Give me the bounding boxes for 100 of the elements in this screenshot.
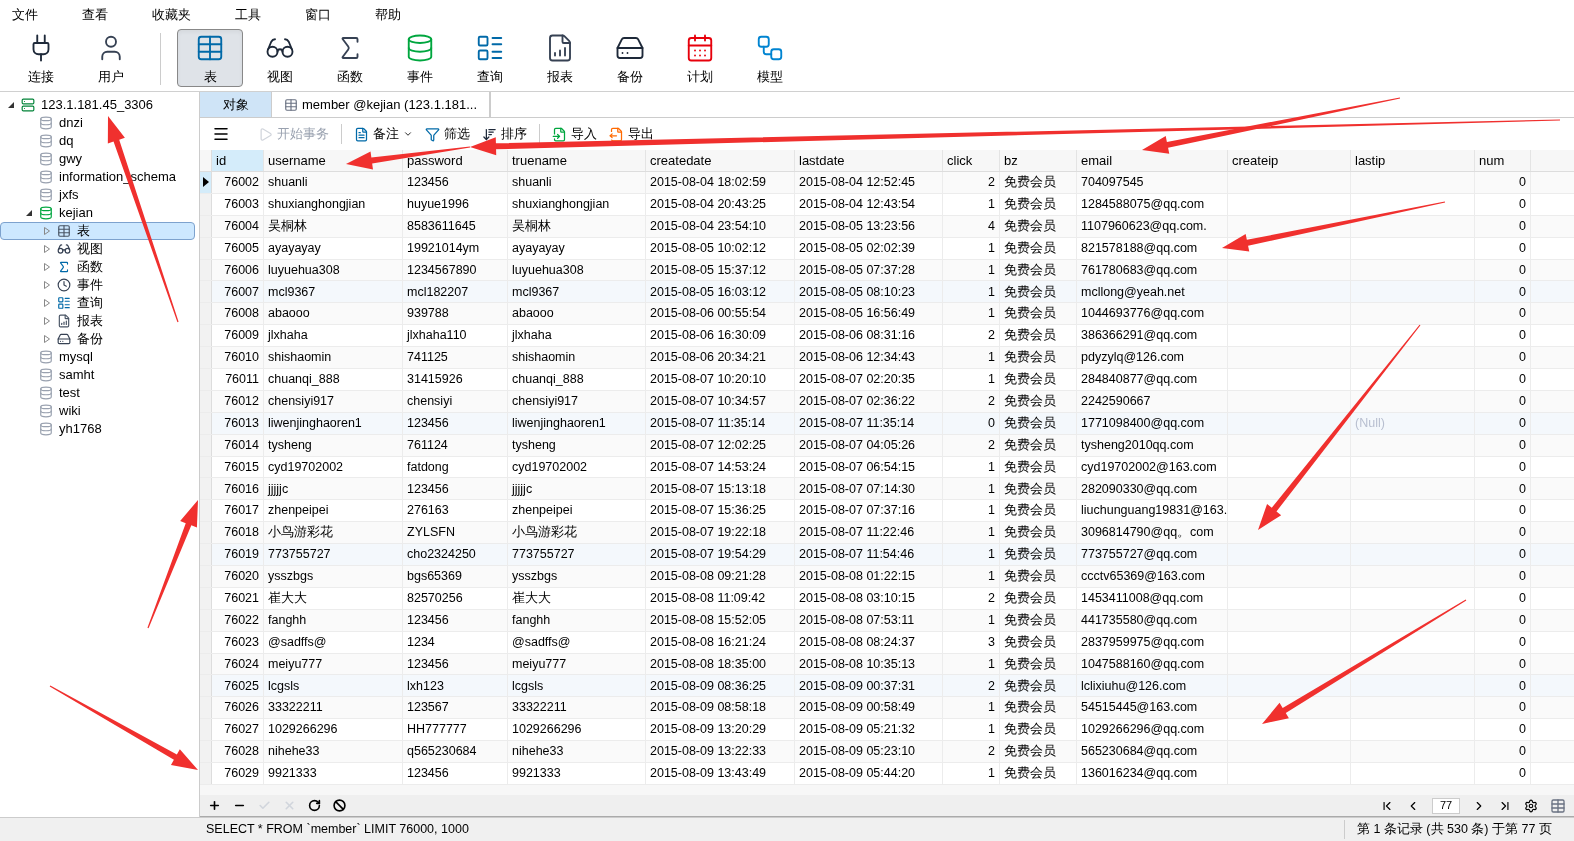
column-header[interactable]: click bbox=[943, 150, 1000, 171]
tab[interactable]: 对象 bbox=[200, 92, 272, 117]
toolbar-button[interactable]: 计划 bbox=[667, 29, 733, 87]
table-cell-text: 76019 bbox=[224, 546, 259, 564]
menu-item[interactable]: 文件 bbox=[0, 5, 50, 25]
column-header[interactable]: lastip bbox=[1351, 150, 1475, 171]
table-cell-text: 76028 bbox=[224, 743, 259, 761]
row-header[interactable] bbox=[200, 172, 212, 193]
refresh-icon[interactable] bbox=[308, 799, 321, 812]
table-cell-text: 0 bbox=[1519, 633, 1526, 651]
tree-item[interactable]: 视图 bbox=[0, 240, 195, 258]
table-cell-text: 1 bbox=[988, 765, 995, 783]
table-cell-text: 1 bbox=[988, 261, 995, 279]
table-icon[interactable] bbox=[1550, 797, 1566, 814]
toolbar-action[interactable]: 筛选 bbox=[425, 124, 470, 144]
toolbar-action[interactable]: 导出 bbox=[609, 124, 654, 144]
table-cell-text: 免费会员 bbox=[1004, 568, 1056, 586]
table-cell-text: 76016 bbox=[224, 480, 259, 498]
toolbar-action[interactable]: 排序 bbox=[482, 124, 527, 144]
menu-item[interactable]: 工具 bbox=[223, 5, 273, 25]
expand-arrow-icon[interactable] bbox=[43, 317, 51, 325]
toolbar-button[interactable]: 视图 bbox=[247, 29, 313, 87]
toolbar-button[interactable]: 模型 bbox=[737, 29, 803, 87]
table-cell-text: 123456 bbox=[407, 611, 449, 629]
menu-item[interactable]: 帮助 bbox=[363, 5, 413, 25]
column-header[interactable]: bz bbox=[1000, 150, 1077, 171]
table-cell-text: liwenjinghaoren1 bbox=[512, 414, 606, 432]
tree-item[interactable]: samht bbox=[0, 366, 195, 384]
stop-icon[interactable] bbox=[333, 799, 346, 812]
settings-icon[interactable] bbox=[1524, 798, 1538, 813]
add-icon[interactable] bbox=[208, 799, 221, 812]
expand-arrow-icon[interactable] bbox=[43, 227, 51, 235]
tree-item[interactable]: 查询 bbox=[0, 294, 195, 312]
expand-arrow-icon[interactable] bbox=[43, 245, 51, 253]
table-cell-text: lclixiuhu@126.com bbox=[1081, 677, 1187, 695]
tree-item[interactable]: 表 bbox=[0, 222, 195, 240]
menu-item[interactable]: 收藏夹 bbox=[140, 5, 203, 25]
table-cell-text: 76002 bbox=[224, 174, 259, 192]
toolbar-button[interactable]: 连接 bbox=[8, 29, 74, 87]
server-icon bbox=[21, 98, 35, 112]
tree-item[interactable]: dq bbox=[0, 132, 195, 150]
tree-item[interactable]: 备份 bbox=[0, 330, 195, 348]
tree-item[interactable]: 事件 bbox=[0, 276, 195, 294]
table-cell-text: 54515445@163.com bbox=[1081, 699, 1198, 717]
page-field[interactable]: 77 bbox=[1432, 797, 1460, 814]
column-header[interactable]: lastdate bbox=[795, 150, 943, 171]
expand-arrow-icon[interactable] bbox=[43, 299, 51, 307]
table-cell-text: chuanqi_888 bbox=[512, 371, 584, 389]
tree-item[interactable]: yh1768 bbox=[0, 420, 195, 438]
tree-item[interactable]: 报表 bbox=[0, 312, 195, 330]
toolbar-button[interactable]: 报表 bbox=[527, 29, 593, 87]
tree-item[interactable]: wiki bbox=[0, 402, 195, 420]
toolbar-button[interactable]: 函数 bbox=[317, 29, 383, 87]
table-cell-text: liwenjinghaoren1 bbox=[268, 414, 362, 432]
tree-item[interactable]: jxfs bbox=[0, 186, 195, 204]
collapse-arrow-icon[interactable] bbox=[7, 101, 15, 109]
toolbar-button[interactable]: 备份 bbox=[597, 29, 663, 87]
table-cell-text: ccctv65369@163.com bbox=[1081, 568, 1205, 586]
table-cell-text: 0 bbox=[1519, 568, 1526, 586]
table-cell-text: luyuehua308 bbox=[512, 261, 584, 279]
tree-item[interactable]: dnzi bbox=[0, 114, 195, 132]
toolbar-button[interactable]: 查询 bbox=[457, 29, 523, 87]
calendar-icon bbox=[685, 32, 715, 63]
table-cell-text: 123456 bbox=[407, 655, 449, 673]
expand-arrow-icon[interactable] bbox=[43, 281, 51, 289]
menu-icon[interactable] bbox=[212, 125, 230, 143]
menu-item[interactable]: 窗口 bbox=[293, 5, 343, 25]
column-header[interactable]: truename bbox=[508, 150, 646, 171]
tree-item[interactable]: kejian bbox=[0, 204, 195, 222]
database-icon bbox=[39, 422, 53, 436]
table-cell-text: 704097545 bbox=[1081, 174, 1144, 192]
toolbar-button[interactable]: 事件 bbox=[387, 29, 453, 87]
column-header[interactable]: num bbox=[1475, 150, 1531, 171]
tree-item[interactable]: 123.1.181.45_3306 bbox=[0, 96, 195, 114]
toolbar-action[interactable]: 导入 bbox=[552, 124, 597, 144]
table-cell-text: shishaomin bbox=[512, 349, 576, 367]
toolbar-button[interactable]: 用户 bbox=[78, 29, 144, 87]
toolbar-button[interactable]: 表 bbox=[177, 29, 243, 87]
toolbar-action[interactable]: 备注 bbox=[354, 124, 413, 144]
table-cell-text: 2015-08-05 02:02:39 bbox=[799, 239, 916, 257]
table-cell-text: 2 bbox=[988, 327, 995, 345]
close-icon[interactable] bbox=[283, 799, 296, 812]
tree-item[interactable]: gwy bbox=[0, 150, 195, 168]
menu-item[interactable]: 查看 bbox=[70, 5, 120, 25]
expand-arrow-icon[interactable] bbox=[43, 263, 51, 271]
database-icon bbox=[39, 368, 53, 382]
table-cell-text: 2015-08-07 04:05:26 bbox=[799, 436, 916, 454]
expand-arrow-icon[interactable] bbox=[43, 335, 51, 343]
collapse-arrow-icon[interactable] bbox=[25, 209, 33, 217]
column-header[interactable]: createdate bbox=[646, 150, 795, 171]
tab[interactable]: member @kejian (123.1.181... bbox=[272, 92, 491, 117]
column-header[interactable]: createip bbox=[1228, 150, 1351, 171]
table-cell-text: 0 bbox=[1519, 480, 1526, 498]
tree-item[interactable]: test bbox=[0, 384, 195, 402]
tree-item[interactable]: 函数 bbox=[0, 258, 195, 276]
tree-item[interactable]: mysql bbox=[0, 348, 195, 366]
sql-status-text: SELECT * FROM `member` LIMIT 76000, 1000 bbox=[205, 821, 470, 839]
check-icon[interactable] bbox=[258, 799, 271, 812]
column-header[interactable]: id bbox=[212, 150, 264, 171]
table-cell-text: 崔大大 bbox=[268, 590, 307, 607]
